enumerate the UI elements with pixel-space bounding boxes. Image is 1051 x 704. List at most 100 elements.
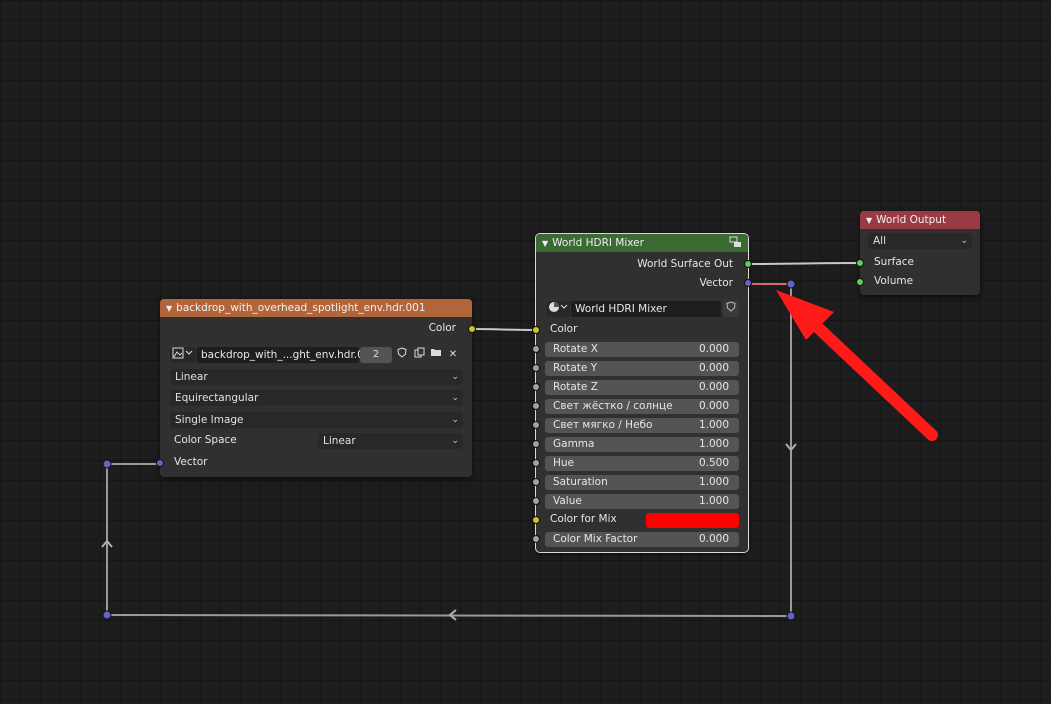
color-space-label: Color Space <box>174 434 237 446</box>
mixer-node-title: World HDRI Mixer <box>552 237 644 249</box>
mixer-input-value: 0.000 <box>698 381 729 393</box>
output-surface-socket[interactable] <box>856 259 864 267</box>
interpolation-value: Linear <box>175 371 208 383</box>
color-for-mix-swatch[interactable] <box>646 513 739 528</box>
image-input-vector-socket[interactable] <box>156 459 164 467</box>
mixer-input-field[interactable]: Value 1.000 <box>545 494 739 509</box>
mixer-input-value: 0.000 <box>698 343 729 355</box>
mixer-input-socket[interactable] <box>532 478 540 486</box>
output-volume-label: Volume <box>874 275 914 287</box>
mixer-input-label: Свет жёстко / солнце <box>553 400 673 412</box>
mixer-input-value: 0.000 <box>698 400 729 412</box>
mixer-input-label: Rotate Z <box>553 381 598 393</box>
color-space-dropdown[interactable]: Linear ⌄ <box>318 433 463 449</box>
world-output-node[interactable]: ▼ World Output All ⌄ Surface Volume <box>856 211 980 295</box>
fake-user-shield-icon[interactable] <box>394 347 410 363</box>
collapse-triangle-icon[interactable]: ▼ <box>866 212 872 229</box>
mixer-input-value: 0.500 <box>698 457 729 469</box>
mixer-node-header[interactable]: ▼ World HDRI Mixer <box>536 234 748 252</box>
fake-user-shield-icon[interactable] <box>723 301 739 317</box>
output-surface-label: Surface <box>874 256 915 268</box>
mixer-input-socket[interactable] <box>532 402 540 410</box>
image-browse-icon[interactable] <box>170 347 196 363</box>
mixer-input-label: Rotate Y <box>553 362 598 374</box>
mixer-input-value: 0.000 <box>698 362 729 374</box>
chevron-down-icon: ⌄ <box>451 415 459 425</box>
mixer-input-socket[interactable] <box>532 345 540 353</box>
output-node-header[interactable]: ▼ World Output <box>860 211 980 229</box>
mixer-input-label: Gamma <box>553 438 595 450</box>
mixer-input-socket[interactable] <box>532 421 540 429</box>
target-dropdown[interactable]: All ⌄ <box>868 233 972 249</box>
mixer-input-field[interactable]: Свет жёстко / солнце 0.000 <box>545 399 739 414</box>
group-name-field[interactable]: World HDRI Mixer <box>571 301 721 317</box>
node-group-icon[interactable] <box>729 236 742 252</box>
mixer-input-value: 1.000 <box>698 476 729 488</box>
color-space-value: Linear <box>323 435 356 447</box>
mixer-input-label: Value <box>553 495 582 507</box>
mixer-input-label: Свет мягко / Небо <box>553 419 653 431</box>
close-icon[interactable]: ✕ <box>445 347 461 363</box>
mixer-output-vector-socket[interactable] <box>744 279 752 287</box>
image-output-color-label: Color <box>428 322 456 334</box>
image-users-count[interactable]: 2 <box>360 347 392 363</box>
mixer-input-label: Rotate X <box>553 343 598 355</box>
reroute-dot[interactable] <box>102 459 112 469</box>
world-hdri-mixer-node[interactable]: ▼ World HDRI Mixer World Surface Out Vect… <box>532 233 752 553</box>
image-node-header[interactable]: ▼ backdrop_with_overhead_spotlight_env.hd… <box>160 299 472 317</box>
image-output-color-socket[interactable] <box>468 325 476 333</box>
mixer-input-socket[interactable] <box>532 440 540 448</box>
mixer-output-vector-label: Vector <box>699 277 733 289</box>
color-mix-factor-value: 0.000 <box>698 533 729 545</box>
color-for-mix-socket[interactable] <box>532 516 540 524</box>
source-value: Single Image <box>175 414 244 426</box>
node-links-layer <box>101 262 861 621</box>
reroute-dot[interactable] <box>786 279 796 289</box>
source-dropdown[interactable]: Single Image ⌄ <box>170 412 463 428</box>
collapse-triangle-icon[interactable]: ▼ <box>166 300 172 317</box>
link-mixer-surface-to-output-surface[interactable] <box>748 262 861 265</box>
color-for-mix-label: Color for Mix <box>550 513 617 525</box>
mixer-input-field[interactable]: Rotate Y 0.000 <box>545 361 739 376</box>
mixer-input-field[interactable]: Gamma 1.000 <box>545 437 739 452</box>
chevron-down-icon: ⌄ <box>451 372 459 382</box>
mixer-input-label: Hue <box>553 457 575 469</box>
color-mix-factor-socket[interactable] <box>532 535 540 543</box>
mixer-input-socket[interactable] <box>532 364 540 372</box>
output-node-title: World Output <box>876 214 947 226</box>
reroute-dot[interactable] <box>786 611 796 621</box>
target-value: All <box>873 235 887 247</box>
output-volume-socket[interactable] <box>856 278 864 286</box>
chevron-down-icon: ⌄ <box>451 393 459 403</box>
chevron-down-icon: ⌄ <box>451 436 459 446</box>
mixer-input-value: 1.000 <box>698 495 729 507</box>
image-name-field[interactable]: backdrop_with_...ght_env.hdr.001 <box>197 347 377 363</box>
mixer-input-field[interactable]: Rotate Z 0.000 <box>545 380 739 395</box>
interpolation-dropdown[interactable]: Linear ⌄ <box>170 369 463 385</box>
mixer-input-field[interactable]: Saturation 1.000 <box>545 475 739 490</box>
mixer-input-socket[interactable] <box>532 383 540 391</box>
collapse-triangle-icon[interactable]: ▼ <box>542 235 548 252</box>
mixer-input-field[interactable]: Hue 0.500 <box>545 456 739 471</box>
color-mix-factor-label: Color Mix Factor <box>553 533 638 545</box>
image-node-title: backdrop_with_overhead_spotlight_env.hdr… <box>176 302 426 314</box>
link-image-color-to-mixer-color[interactable] <box>471 328 537 331</box>
mixer-output-surface-socket[interactable] <box>744 260 752 268</box>
open-folder-icon[interactable] <box>428 347 444 363</box>
mixer-input-socket[interactable] <box>532 459 540 467</box>
mixer-input-field[interactable]: Rotate X 0.000 <box>545 342 739 357</box>
duplicate-icon[interactable] <box>411 347 427 363</box>
mixer-input-value: 1.000 <box>698 438 729 450</box>
mixer-input-label: Saturation <box>553 476 608 488</box>
color-mix-factor-field[interactable]: Color Mix Factor 0.000 <box>545 532 739 547</box>
reroute-dot[interactable] <box>102 610 112 620</box>
projection-dropdown[interactable]: Equirectangular ⌄ <box>170 390 463 406</box>
chevron-down-icon: ⌄ <box>960 236 968 246</box>
mixer-input-socket[interactable] <box>532 497 540 505</box>
image-texture-node[interactable]: ▼ backdrop_with_overhead_spotlight_env.hd… <box>156 299 476 477</box>
image-input-vector-label: Vector <box>174 456 208 468</box>
mixer-input-field[interactable]: Свет мягко / Небо 1.000 <box>545 418 739 433</box>
mixer-input-color-socket[interactable] <box>532 326 540 334</box>
node-tree-browse-icon[interactable] <box>546 301 570 317</box>
mixer-output-surface-label: World Surface Out <box>637 258 733 270</box>
